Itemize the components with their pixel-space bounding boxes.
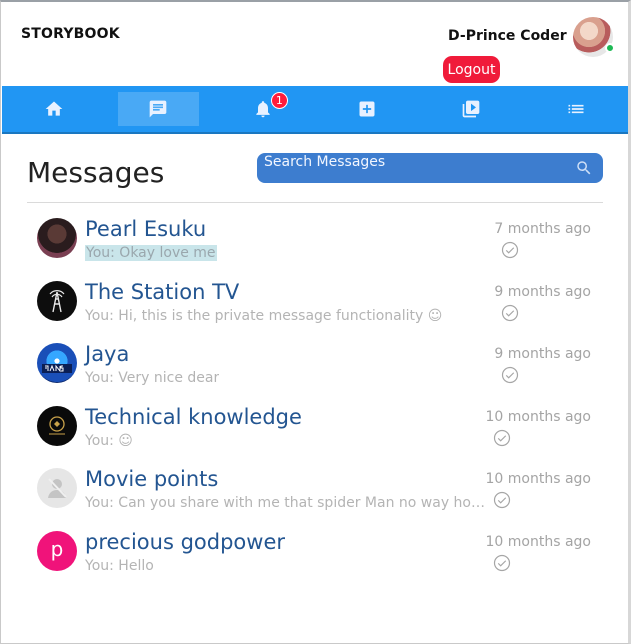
- nav-notifications[interactable]: 1: [211, 86, 315, 132]
- add-box-icon: [359, 101, 375, 117]
- contact-avatar: [37, 280, 77, 321]
- search-icon[interactable]: [575, 159, 593, 177]
- section-divider: [27, 202, 603, 203]
- message-item[interactable]: The Station TV You: Hi, this is the priv…: [27, 275, 603, 338]
- message-list: Pearl Esuku You: Okay love me 7 months a…: [27, 212, 603, 587]
- user-avatar[interactable]: [573, 17, 615, 57]
- main-nav: 1: [2, 86, 628, 134]
- nav-home[interactable]: [2, 86, 106, 132]
- message-preview: You: ☺: [85, 432, 133, 449]
- message-time: 10 months ago: [485, 408, 591, 425]
- fans-logo-icon: [42, 364, 72, 373]
- message-time: 10 months ago: [485, 471, 591, 487]
- contact-name: Pearl Esuku: [85, 217, 207, 241]
- list-icon: [568, 104, 584, 114]
- home-icon: [45, 101, 63, 116]
- read-check-icon: [493, 491, 511, 509]
- tower-logo-icon: [49, 289, 65, 312]
- message-item[interactable]: Jaya You: Very nice dear 9 months ago: [27, 337, 603, 400]
- message-item[interactable]: Technical knowledge You: ☺ 10 months ago: [27, 400, 603, 463]
- contact-avatar: [37, 468, 77, 508]
- notification-badge: 1: [270, 92, 288, 109]
- nav-add-post[interactable]: [315, 86, 419, 132]
- logout-button[interactable]: Logout: [443, 56, 500, 83]
- read-check-icon: [501, 366, 519, 384]
- user-name[interactable]: D-Prince Coder: [448, 28, 567, 44]
- message-preview: You: Very nice dear: [85, 370, 220, 386]
- contact-name: precious godpower: [85, 529, 285, 554]
- nav-list[interactable]: [524, 86, 628, 132]
- read-check-icon: [493, 554, 511, 571]
- nav-messages[interactable]: [106, 86, 210, 132]
- contact-name: Technical knowledge: [85, 404, 302, 429]
- app-frame: STORYBOOK D-Prince Coder Logout 1 Messag…: [0, 0, 631, 644]
- contact-avatar: [37, 405, 77, 446]
- message-item[interactable]: p precious godpower You: Hello 10 months…: [27, 525, 603, 588]
- bell-icon: [256, 101, 270, 118]
- message-preview: You: Can you share with me that spider M…: [85, 495, 485, 511]
- search-bar: [257, 153, 603, 183]
- message-time: 9 months ago: [494, 283, 591, 300]
- message-preview: You: Hello: [85, 557, 154, 574]
- brand-logo[interactable]: STORYBOOK: [21, 26, 120, 42]
- gold-emblem-icon: [49, 415, 65, 434]
- read-check-icon: [501, 241, 519, 259]
- message-preview: You: Hi, this is the private message fun…: [85, 307, 443, 324]
- nav-videos[interactable]: [419, 86, 523, 132]
- page-title: Messages: [27, 156, 165, 189]
- read-check-icon: [493, 429, 511, 446]
- message-preview: You: Okay love me: [85, 245, 217, 261]
- placeholder-person-icon: [48, 478, 67, 498]
- message-item[interactable]: Movie points You: Can you share with me …: [27, 462, 603, 525]
- contact-avatar: [37, 218, 77, 258]
- message-time: 9 months ago: [494, 346, 591, 362]
- search-input[interactable]: [257, 153, 557, 171]
- message-time: 7 months ago: [494, 221, 591, 237]
- read-check-icon: [501, 304, 519, 321]
- contact-avatar: [37, 343, 77, 383]
- chat-icon: [150, 100, 167, 118]
- contact-avatar: p: [37, 530, 77, 571]
- online-status-dot: [605, 43, 615, 53]
- message-time: 10 months ago: [485, 533, 591, 550]
- contact-name: The Station TV: [85, 279, 240, 304]
- video-library-icon: [463, 100, 480, 118]
- avatar-letter: p: [50, 537, 64, 561]
- contact-name: Jaya: [85, 342, 130, 366]
- message-item[interactable]: Pearl Esuku You: Okay love me 7 months a…: [27, 212, 603, 275]
- contact-name: Movie points: [85, 467, 219, 491]
